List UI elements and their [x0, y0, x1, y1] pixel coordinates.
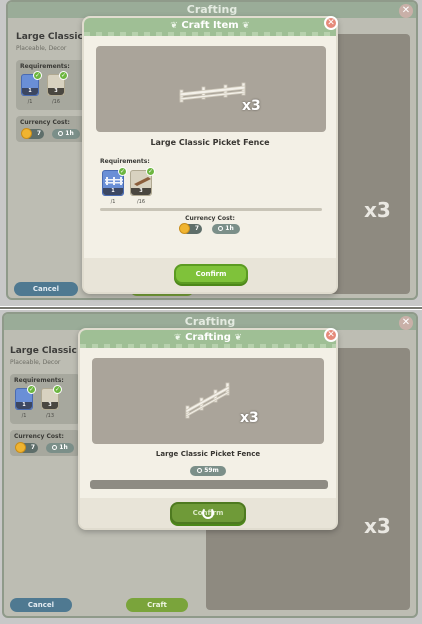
requirement-count: 1: [103, 188, 123, 195]
requirement-count: 3: [48, 88, 64, 95]
requirements-label: Requirements:: [14, 377, 64, 384]
requirements-panel: Requirements: 1 ✓ 3 ✓ /1 /16: [16, 60, 86, 110]
coin-cost: 7: [21, 128, 44, 139]
clock-icon: [52, 445, 58, 450]
preview-multiplier: x3: [364, 514, 391, 538]
clock-icon: [197, 468, 203, 473]
fence-image: [185, 382, 230, 419]
dialog-title: ❦ Craft Item ❦: [84, 18, 336, 34]
top-screenshot: Crafting ✕ Large Classic Pic Placeable, …: [0, 0, 422, 306]
requirement-count: 3: [131, 188, 151, 195]
item-name: Large Classic Picket Fence: [150, 138, 270, 147]
currency-label: Currency Cost:: [14, 433, 64, 440]
time-value: 1h: [65, 130, 74, 137]
time-cost: 1h: [52, 129, 80, 139]
coin-icon: [179, 223, 190, 234]
requirement-fence-tile: 1 ✓: [102, 167, 127, 196]
requirements-label: Requirements:: [20, 63, 70, 70]
time-value: 1h: [59, 444, 68, 451]
requirement-need: /1: [21, 413, 27, 419]
time-cost: 1h: [46, 443, 74, 453]
coin-value: 7: [194, 225, 199, 232]
coin-value: 7: [30, 444, 35, 451]
check-icon: ✓: [27, 385, 36, 394]
check-icon: ✓: [33, 71, 42, 80]
wood-plank-icon: [134, 177, 151, 186]
preview-multiplier: x3: [242, 98, 261, 114]
clock-icon: [218, 226, 224, 231]
clock-icon: [58, 131, 64, 136]
check-icon: ✓: [59, 71, 68, 80]
item-subtitle: Placeable, Decor: [10, 359, 61, 366]
craft-button[interactable]: Craft: [126, 598, 188, 612]
coin-icon: [15, 442, 26, 453]
item-preview: x3: [96, 46, 326, 132]
coin-cost: 7: [179, 223, 202, 234]
requirement-need: /13: [45, 413, 55, 419]
requirement-need: /16: [136, 199, 146, 205]
currency-panel: Currency Cost: 7 1h: [10, 430, 80, 456]
coin-value: 7: [36, 130, 41, 137]
requirement-fence-tile: 1 ✓: [21, 71, 42, 96]
time-value: 1h: [225, 225, 234, 232]
time-cost: 1h: [212, 224, 240, 234]
confirm-button[interactable]: Confirm: [170, 502, 246, 524]
cancel-button[interactable]: Cancel: [14, 282, 78, 296]
check-icon: ✓: [53, 385, 62, 394]
requirement-wood-tile: 3 ✓: [130, 167, 155, 196]
requirements-panel: Requirements: 1 ✓ 3 ✓ /1 /13: [10, 374, 80, 424]
leaf-icon: ❦: [174, 333, 182, 343]
screenshot-divider: [0, 307, 422, 309]
requirement-wood-tile: 3 ✓: [47, 71, 68, 96]
coin-cost: 7: [15, 442, 38, 453]
close-icon[interactable]: ✕: [399, 316, 413, 330]
confirm-button[interactable]: Confirm: [174, 264, 248, 284]
requirement-need: /1: [110, 199, 116, 205]
bottom-screenshot: Crafting ✕ Large Classic Pic Placeable, …: [0, 310, 422, 624]
dialog-title: ❦ Crafting ❦: [80, 330, 336, 346]
requirement-count: 3: [42, 402, 58, 409]
leaf-icon: ❦: [170, 21, 178, 31]
item-name: Large Classic Picket Fence: [155, 450, 261, 458]
requirements-label: Requirements:: [100, 158, 150, 165]
requirement-need: /16: [51, 99, 61, 105]
close-icon[interactable]: ✕: [324, 328, 338, 342]
requirement-count: 1: [16, 402, 32, 409]
fence-icon: [105, 177, 123, 185]
requirement-wood-tile: 3 ✓: [41, 385, 62, 410]
time-remaining: 59m: [190, 466, 226, 476]
requirement-need: /1: [27, 99, 33, 105]
coin-icon: [21, 128, 32, 139]
cancel-button[interactable]: Cancel: [10, 598, 72, 612]
check-icon: ✓: [146, 167, 155, 176]
divider-bar: [100, 208, 322, 211]
preview-multiplier: x3: [364, 198, 391, 222]
leaf-icon: ❦: [242, 21, 250, 31]
close-icon[interactable]: ✕: [399, 4, 413, 18]
requirement-fence-tile: 1 ✓: [15, 385, 36, 410]
crafting-progress-bar: [90, 480, 328, 489]
loading-spinner-icon: [202, 507, 214, 519]
item-subtitle: Placeable, Decor: [16, 45, 67, 52]
leaf-icon: ❦: [234, 333, 242, 343]
close-icon[interactable]: ✕: [324, 16, 338, 30]
craft-item-dialog: ❦ Craft Item ❦ ✕ x3 Large Classic Picket…: [82, 16, 338, 294]
time-value: 59m: [204, 467, 219, 474]
currency-label: Currency Cost:: [185, 215, 235, 222]
currency-label: Currency Cost:: [20, 119, 70, 126]
currency-panel: Currency Cost: 7 1h: [16, 116, 86, 142]
requirement-count: 1: [22, 88, 38, 95]
crafting-progress-dialog: ❦ Crafting ❦ ✕ x3 Large Classic Picket F…: [78, 328, 338, 530]
item-preview: x3: [92, 358, 324, 444]
check-icon: ✓: [118, 167, 127, 176]
fence-image: [179, 82, 246, 103]
preview-multiplier: x3: [240, 410, 259, 426]
